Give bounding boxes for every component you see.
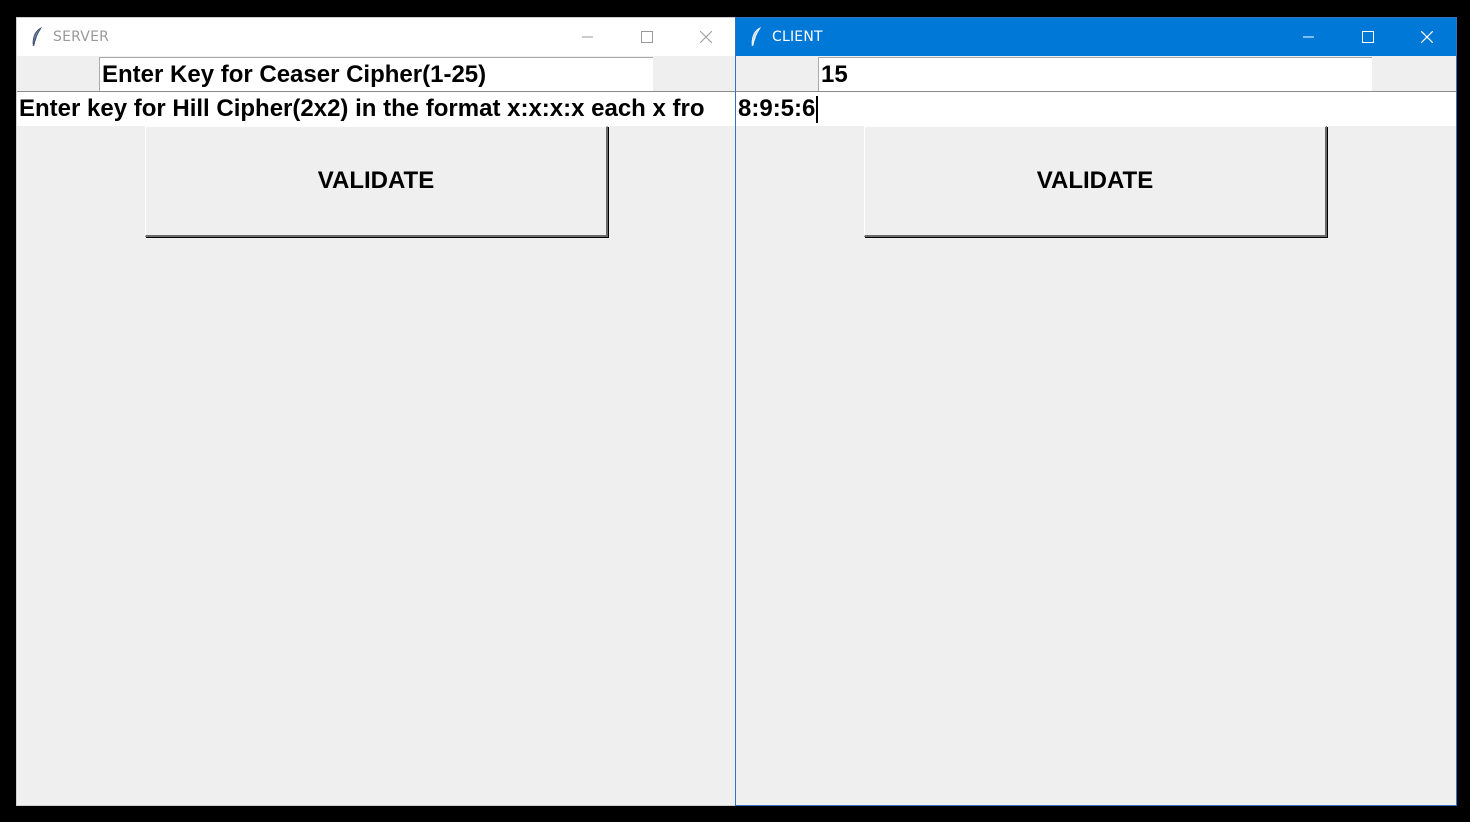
window-title: SERVER xyxy=(53,29,110,45)
caesar-key-text: Enter Key for Ceaser Cipher(1-25) xyxy=(102,60,487,88)
maximize-button[interactable] xyxy=(617,18,676,56)
feather-icon xyxy=(749,27,763,47)
close-icon xyxy=(699,31,712,43)
minimize-icon xyxy=(1302,36,1314,38)
maximize-icon xyxy=(640,31,653,43)
client-content: 15 8:9:5:6 VALIDATE xyxy=(736,56,1456,805)
close-icon xyxy=(1420,31,1433,43)
minimize-button[interactable] xyxy=(1279,18,1338,56)
window-controls xyxy=(558,18,735,56)
caesar-key-input[interactable]: Enter Key for Ceaser Cipher(1-25) xyxy=(99,57,653,91)
caesar-key-text: 15 xyxy=(821,60,848,88)
window-controls xyxy=(1279,18,1456,56)
hill-key-input[interactable]: 8:9:5:6 xyxy=(736,91,1456,126)
caesar-key-input[interactable]: 15 xyxy=(818,57,1372,91)
close-button[interactable] xyxy=(676,18,735,56)
close-button[interactable] xyxy=(1397,18,1456,56)
server-window: SERVER Enter Key for Ceaser Cipher(1-25)… xyxy=(16,17,736,806)
maximize-icon xyxy=(1361,31,1374,43)
minimize-icon xyxy=(581,36,593,38)
hill-key-text: 8:9:5:6 xyxy=(738,95,816,122)
feather-icon xyxy=(30,27,44,47)
server-titlebar[interactable]: SERVER xyxy=(17,18,735,56)
validate-label: VALIDATE xyxy=(317,167,435,194)
maximize-button[interactable] xyxy=(1338,18,1397,56)
server-content: Enter Key for Ceaser Cipher(1-25) Enter … xyxy=(17,56,735,805)
minimize-button[interactable] xyxy=(558,18,617,56)
hill-key-text: Enter key for Hill Cipher(2x2) in the fo… xyxy=(19,95,705,122)
validate-button[interactable]: VALIDATE xyxy=(145,126,608,237)
client-titlebar[interactable]: CLIENT xyxy=(736,18,1456,56)
validate-button[interactable]: VALIDATE xyxy=(864,126,1327,237)
text-caret xyxy=(816,95,819,123)
validate-label: VALIDATE xyxy=(1036,167,1154,194)
hill-key-input[interactable]: Enter key for Hill Cipher(2x2) in the fo… xyxy=(17,91,735,126)
client-window: CLIENT 15 8:9:5:6 VALIDATE xyxy=(735,17,1457,806)
window-title: CLIENT xyxy=(772,29,823,45)
